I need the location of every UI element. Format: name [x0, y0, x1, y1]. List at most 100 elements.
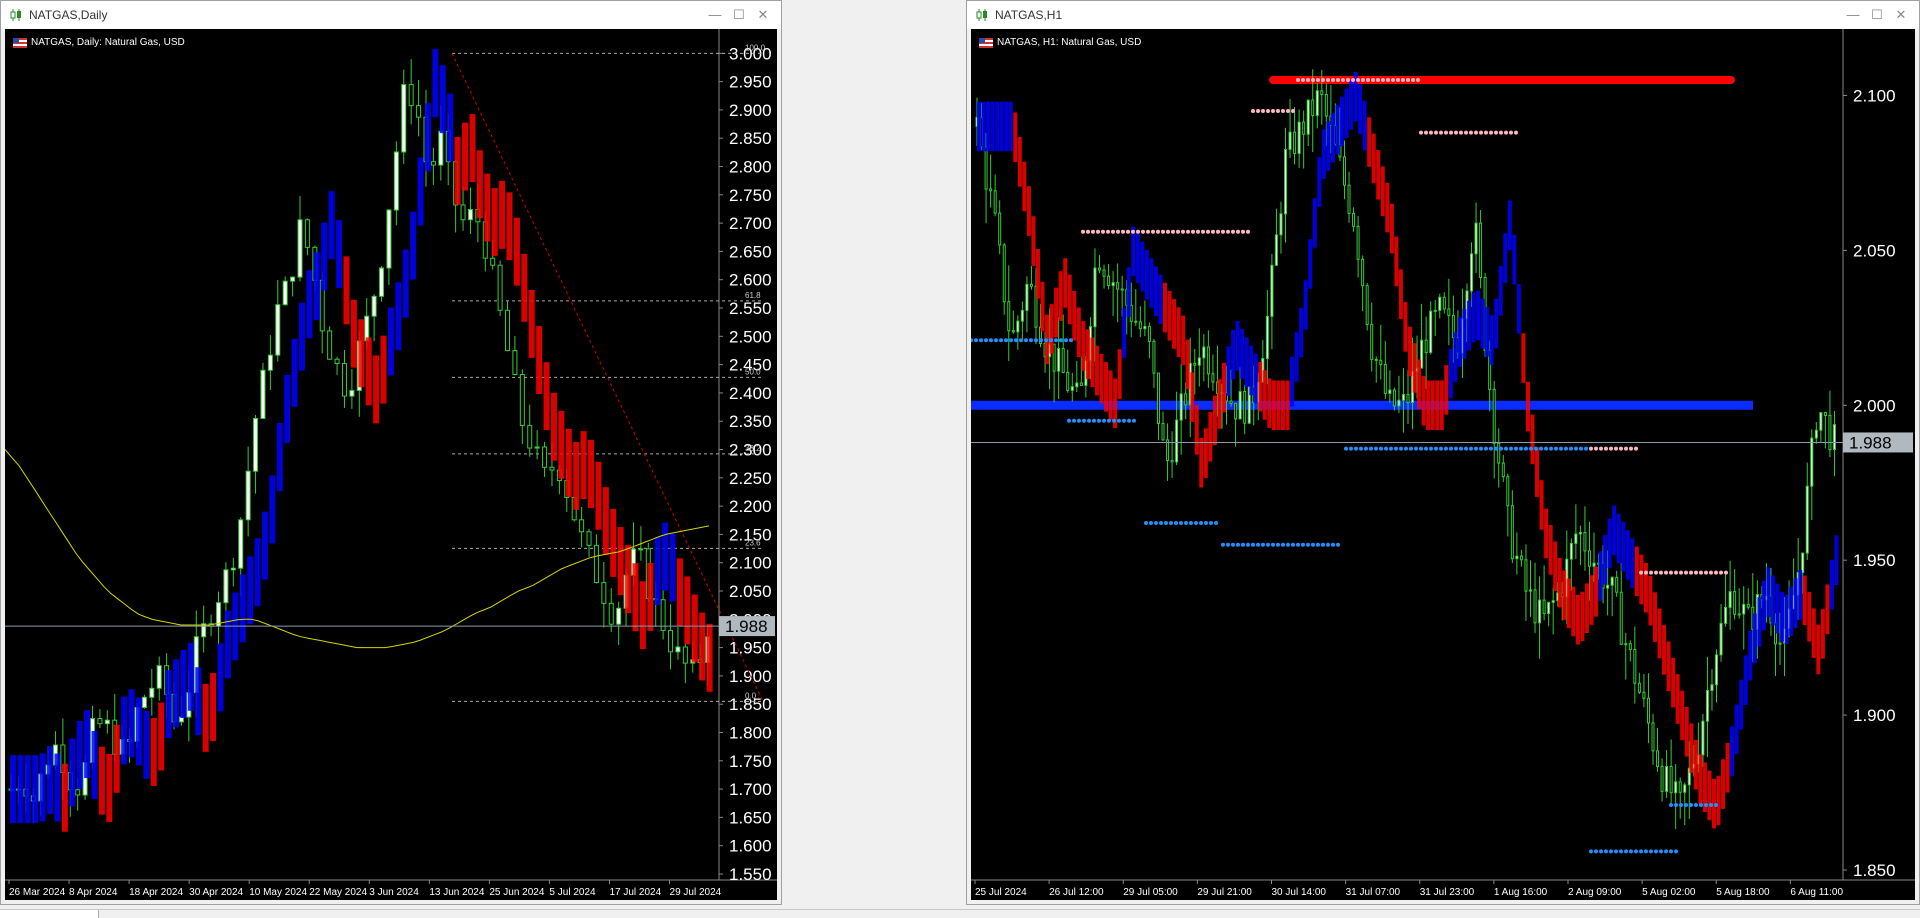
candle-body: [1374, 358, 1378, 361]
level-dot: [1196, 229, 1200, 234]
trend-ribbon-bar: [1448, 348, 1453, 399]
trend-ribbon-bar: [676, 558, 683, 627]
maximize-icon[interactable]: ☐: [1865, 5, 1889, 25]
close-icon[interactable]: ✕: [1889, 5, 1913, 25]
h1-price-chart[interactable]: 2.100 2.050 2.000 1.950 1.900 1.850 25 Jul 202…: [971, 29, 1915, 900]
level-dot: [1189, 521, 1193, 526]
level-dot: [1584, 446, 1588, 451]
trend-ribbon-bar: [1035, 249, 1040, 299]
trend-ribbon-bar: [1630, 538, 1635, 588]
trend-ribbon-bar: [195, 667, 202, 736]
trend-ribbon-bar: [1163, 282, 1168, 333]
level-dot: [1236, 229, 1240, 234]
level-dot: [1659, 570, 1663, 575]
level-dot: [1359, 446, 1363, 451]
candle-body: [638, 548, 644, 551]
candle-body: [297, 219, 303, 278]
level-dot: [1326, 542, 1330, 547]
trend-ribbon-bar: [1358, 84, 1363, 135]
daily-price-chart[interactable]: 3.0002.9502.9002.8502.8002.7502.7002.650…: [5, 29, 777, 900]
candle-body: [682, 646, 688, 664]
close-icon[interactable]: ✕: [751, 5, 775, 25]
fib-level-label: 38.2: [745, 444, 761, 453]
level-dot: [1381, 77, 1385, 82]
candle-body: [1152, 340, 1156, 374]
trend-ribbon-bar: [1244, 337, 1249, 387]
window-titlebar[interactable]: NATGAS,Daily — ☐ ✕: [1, 1, 781, 29]
candle-body: [1814, 429, 1818, 439]
trend-ribbon-bar: [358, 319, 365, 388]
candle-body: [1175, 419, 1179, 463]
h1-chart-area[interactable]: 2.100 2.050 2.000 1.950 1.900 1.850 25 Jul 202…: [971, 29, 1915, 900]
trend-ribbon-bar: [1770, 575, 1775, 626]
daily-chart-area[interactable]: 3.000 2.950 2.900 2.850 2.800 2.750 2.700 2.650…: [5, 29, 777, 900]
window-title: NATGAS,Daily: [29, 8, 108, 22]
level-dot: [1214, 521, 1218, 526]
level-dot: [1669, 849, 1673, 854]
x-tick-label: 2 Aug 09:00: [1568, 887, 1622, 898]
candle-body: [1705, 689, 1709, 722]
candle-body: [349, 389, 355, 397]
level-dot: [1361, 77, 1365, 82]
x-tick-label: 22 May 2024: [309, 887, 367, 898]
trend-ribbon-bar: [476, 150, 483, 219]
level-dot: [1694, 802, 1698, 807]
level-dot: [1144, 521, 1148, 526]
level-dot: [1181, 229, 1185, 234]
candle-body: [1583, 531, 1587, 552]
daily-chart-window[interactable]: NATGAS,Daily — ☐ ✕ 3.000 2.950 2.900 2.850 2…: [0, 0, 782, 905]
candle-body: [1674, 781, 1678, 794]
window-titlebar[interactable]: NATGAS,H1 — ☐ ✕: [967, 1, 1919, 29]
trend-ribbon-bar: [632, 563, 639, 632]
level-dot: [1346, 77, 1350, 82]
trend-ribbon-bar: [1235, 320, 1240, 371]
candle-body: [238, 519, 244, 569]
trend-ribbon-bar: [1117, 349, 1122, 399]
level-dot: [1499, 130, 1503, 135]
level-dot: [1599, 446, 1603, 451]
level-dot: [1594, 446, 1598, 451]
level-dot: [1107, 418, 1111, 423]
fib-level-label: 50.0: [745, 367, 761, 376]
trend-ribbon-bar: [1226, 346, 1231, 396]
candle-body: [1392, 389, 1396, 407]
candle-body: [1356, 225, 1360, 260]
minimize-icon[interactable]: —: [1841, 5, 1865, 25]
minimize-icon[interactable]: —: [703, 5, 727, 25]
maximize-icon[interactable]: ☐: [727, 5, 751, 25]
candle-body: [1470, 253, 1474, 292]
level-dot: [1004, 338, 1008, 343]
trend-ribbon-bar: [1072, 290, 1077, 341]
y-tick-label: 1.900: [1853, 706, 1896, 725]
h1-chart-window[interactable]: NATGAS,H1 — ☐ ✕ 2.100 2.050 2.000 1.950 1.90…: [966, 0, 1920, 905]
trend-ribbon-bar: [1820, 609, 1825, 659]
trend-ribbon-bar: [617, 527, 624, 595]
trend-ribbon-bar: [180, 650, 187, 719]
symbol-text: NATGAS, Daily: Natural Gas, USD: [31, 37, 185, 48]
us-flag-icon: [13, 37, 27, 48]
trend-ribbon-bar: [247, 556, 254, 625]
candle-body: [1093, 267, 1097, 328]
level-dot: [1434, 130, 1438, 135]
candle-body: [1016, 320, 1020, 333]
level-dot: [1044, 338, 1048, 343]
level-dot: [1311, 542, 1315, 547]
level-dot: [1464, 446, 1468, 451]
candle-body: [1361, 258, 1365, 287]
x-tick-label: 26 Mar 2024: [9, 887, 66, 898]
x-tick-label: 29 Jul 21:00: [1197, 887, 1252, 898]
trend-ribbon-bar: [454, 136, 461, 205]
trend-ribbon-bar: [1294, 332, 1299, 382]
candlestick-icon: [10, 9, 21, 21]
trend-ribbon-bar: [254, 538, 261, 607]
candle-body: [1166, 439, 1170, 461]
trend-ribbon-bar: [1063, 258, 1068, 308]
trend-ribbon-bar: [1698, 754, 1703, 804]
trend-ribbon-bar: [706, 623, 713, 692]
trend-ribbon-bar: [1652, 592, 1657, 642]
trend-ribbon-bar: [1249, 345, 1254, 396]
level-dot: [1221, 542, 1225, 547]
trend-ribbon-bar: [1689, 723, 1694, 773]
trend-ribbon-bar: [684, 576, 691, 645]
candle-body: [282, 280, 288, 306]
